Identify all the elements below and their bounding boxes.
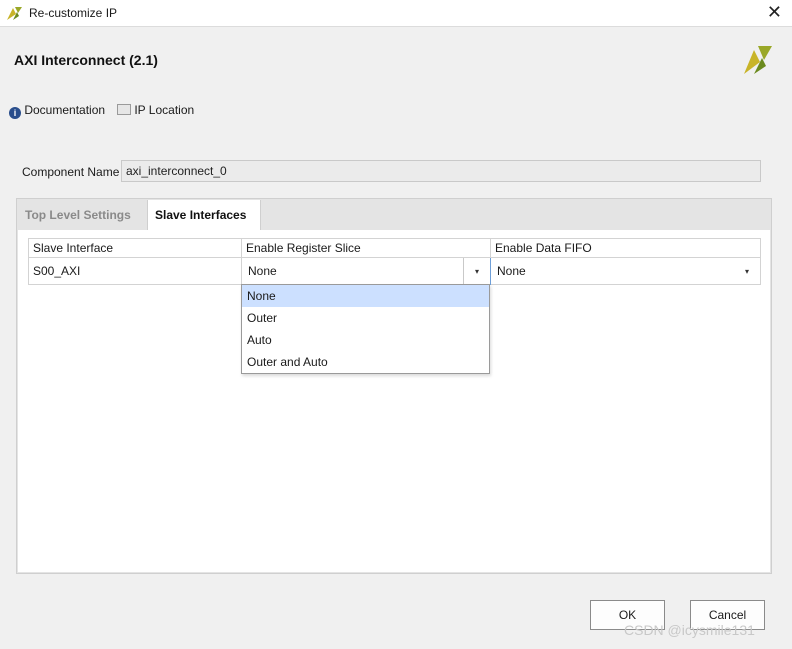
register-slice-combobox[interactable]: None ▾ <box>241 257 491 285</box>
component-name-input[interactable] <box>121 160 761 182</box>
ip-location-label: IP Location <box>134 103 195 117</box>
folder-icon <box>117 104 131 115</box>
slave-interface-table: Slave Interface Enable Register Slice En… <box>28 238 761 285</box>
table-row: S00_AXI None ▾ None ▾ <box>28 257 761 285</box>
register-slice-value: None <box>248 264 277 278</box>
column-header: Slave Interface <box>28 238 242 258</box>
vivado-logo-icon <box>6 5 24 24</box>
title-bar <box>0 0 792 27</box>
page-title: AXI Interconnect (2.1) <box>14 52 158 68</box>
ip-location-link[interactable]: IP Location <box>117 103 194 117</box>
info-icon: i <box>9 107 21 119</box>
data-fifo-combobox[interactable]: None ▾ <box>490 257 761 285</box>
data-fifo-value: None <box>497 264 526 278</box>
column-header: Enable Register Slice <box>241 238 491 258</box>
tab-top-level-settings[interactable]: Top Level Settings <box>18 200 146 230</box>
tab-slave-interfaces[interactable]: Slave Interfaces <box>147 200 261 230</box>
slave-interface-cell: S00_AXI <box>28 257 242 285</box>
documentation-label: Documentation <box>24 103 106 117</box>
documentation-link[interactable]: i Documentation <box>9 103 105 119</box>
close-icon[interactable]: ✕ <box>767 2 782 22</box>
dropdown-option-auto[interactable]: Auto <box>242 329 489 351</box>
window-title: Re-customize IP <box>29 6 118 20</box>
dropdown-option-outer[interactable]: Outer <box>242 307 489 329</box>
chevron-down-icon[interactable]: ▾ <box>734 258 760 284</box>
chevron-down-icon[interactable]: ▾ <box>463 258 490 284</box>
dropdown-option-outer-and-auto[interactable]: Outer and Auto <box>242 351 489 373</box>
component-name-label: Component Name <box>22 165 120 179</box>
column-header: Enable Data FIFO <box>490 238 761 258</box>
watermark: CSDN @icysmile131 <box>624 622 755 638</box>
table-header-row: Slave Interface Enable Register Slice En… <box>28 238 761 258</box>
dropdown-option-none[interactable]: None <box>242 285 489 307</box>
register-slice-dropdown-list: None Outer Auto Outer and Auto <box>241 284 490 374</box>
vivado-brand-logo-icon <box>742 44 774 79</box>
